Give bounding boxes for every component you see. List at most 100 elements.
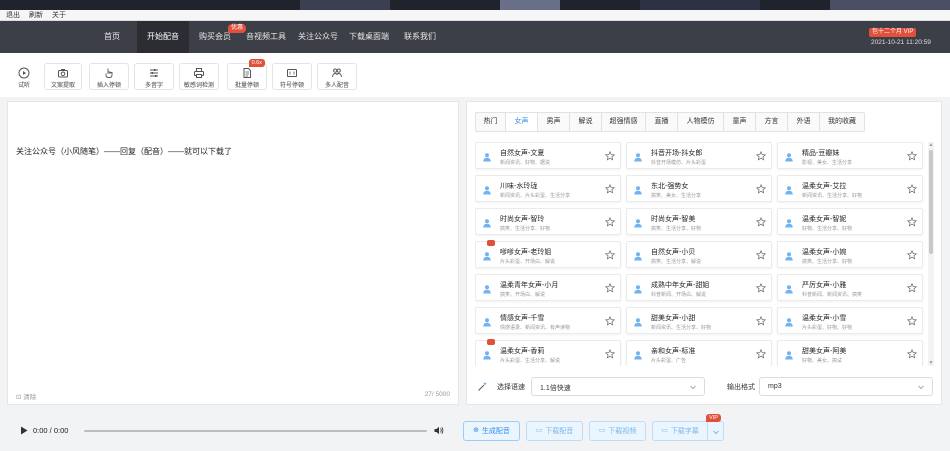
nav-contact-us[interactable]: 联系我们 xyxy=(402,21,438,53)
tab-dialect[interactable]: 方言 xyxy=(756,113,788,131)
voice-card[interactable]: 甜美女声-阿美 好物、美女、搞试 xyxy=(777,340,923,366)
tool-batch-pause[interactable]: 批量停顿 0.6x xyxy=(227,59,267,90)
play-circle-icon xyxy=(18,67,30,79)
star-icon[interactable] xyxy=(605,184,615,194)
menu-exit[interactable]: 退出 xyxy=(6,10,20,20)
star-icon[interactable] xyxy=(605,283,615,293)
star-icon[interactable] xyxy=(605,250,615,260)
subtitle-options-dropdown[interactable] xyxy=(707,421,724,441)
voice-card[interactable]: 自然女声-文夏 新闻资讯、好物、据说 xyxy=(475,142,621,169)
voice-tags: 搞笑、生活分享、好物 xyxy=(802,259,853,265)
tab-child[interactable]: 童声 xyxy=(724,113,756,131)
voice-card[interactable]: 温柔女声-小雪 片头彩蛋、好物、好物 xyxy=(777,307,923,334)
star-icon[interactable] xyxy=(605,217,615,227)
star-icon[interactable] xyxy=(605,151,615,161)
person-icon xyxy=(634,219,642,228)
voice-card[interactable]: 甜美女声-小甜 新闻资讯、生活分享、好物 xyxy=(626,307,772,334)
voice-card[interactable]: 成熟中年女声-甜姐 科普新闻、开场白、解说 xyxy=(626,274,772,301)
tab-male[interactable]: 男声 xyxy=(538,113,570,131)
voice-card[interactable]: 情感女声-千雪 情感语录、新闻资讯、有声读物 xyxy=(475,307,621,334)
voice-card[interactable]: 时尚女声-智美 搞笑、生活分享、好物 xyxy=(626,208,772,235)
tab-imitation[interactable]: 人物模仿 xyxy=(678,113,724,131)
volume-icon[interactable] xyxy=(434,426,444,435)
star-icon[interactable] xyxy=(907,349,917,359)
voice-card[interactable]: 精品-豆瓣妹 影视、美女、生活分享 xyxy=(777,142,923,169)
voice-tags: 搞笑、生活分享、解说 xyxy=(651,259,702,265)
voice-card[interactable]: 严厉女声-小雅 科普新闻、新闻资讯、搞笑 xyxy=(777,274,923,301)
voice-card[interactable]: 嗲嗲女声-老玲姐 片头彩蛋、开场白、解说 xyxy=(475,240,621,268)
download-video-button[interactable]: ▭ 下载视频 xyxy=(589,421,646,441)
character-count: 27/ 5000 xyxy=(424,391,450,398)
voice-card[interactable]: 亲和女声-标准 片头彩蛋、广告 xyxy=(626,340,772,366)
voice-scroll-thumb[interactable] xyxy=(929,150,933,254)
tab-hot[interactable]: 热门 xyxy=(476,113,506,131)
nav-follow-account[interactable]: 关注公众号 xyxy=(296,21,340,53)
voice-card[interactable]: 温柔青年女声-小月 搞笑、开场白、解说 xyxy=(475,274,621,301)
nav-buy-vip[interactable]: 购买会员 优惠 xyxy=(196,21,246,53)
tab-live[interactable]: 直播 xyxy=(646,113,678,131)
tool-symbol-pause[interactable]: 符号停顿 xyxy=(272,63,312,90)
voice-card[interactable]: 时尚女声-智玲 搞笑、生活分享、好物 xyxy=(475,208,621,235)
vip-promo-badge[interactable]: 包十二个月 VIP xyxy=(869,28,917,37)
play-icon[interactable] xyxy=(20,426,28,435)
seek-bar[interactable] xyxy=(84,430,427,432)
scroll-up-arrow-icon[interactable]: ▲ xyxy=(928,142,934,148)
tab-female[interactable]: 女声 xyxy=(506,113,538,131)
clear-button[interactable]: ⊡ 清除 xyxy=(16,391,36,401)
text-editor[interactable]: 关注公众号（小风随笔）——回复（配音）——就可以下载了 ⊡ 清除 27/ 500… xyxy=(7,101,459,405)
nav-download-desktop[interactable]: 下载桌面端 xyxy=(347,21,391,53)
voice-tags: 新闻资讯、好物、据说 xyxy=(500,160,551,166)
tab-favorites[interactable]: 我的收藏 xyxy=(820,113,864,131)
nav-home[interactable]: 首页 xyxy=(94,21,130,53)
menu-about[interactable]: 关于 xyxy=(52,10,66,20)
voice-card[interactable]: 温柔女声-艾拉 新闻资讯、生活分享、好物 xyxy=(777,175,923,202)
tool-preview[interactable]: 试听 xyxy=(5,63,43,90)
voice-card[interactable]: 温柔女声-香莉 片头彩蛋、生活分享、解说 xyxy=(475,339,621,366)
voice-card[interactable]: 自然女声-小贝 搞笑、生活分享、解说 xyxy=(626,241,772,268)
main-nav: 首页 开始配音 购买会员 优惠 音视频工具 关注公众号 下载桌面端 联系我们 包… xyxy=(0,21,950,53)
voice-card[interactable]: 抖音开场-抖女郎 抖音开场模仿、片头彩蛋 xyxy=(626,142,772,169)
star-icon[interactable] xyxy=(756,151,766,161)
speed-select[interactable]: 1.1倍快速 xyxy=(531,377,705,396)
voice-card[interactable]: 温柔女声-智妮 好物、生活分享、好物 xyxy=(777,208,923,235)
star-icon[interactable] xyxy=(605,349,615,359)
voice-tags: 新闻资讯、生活分享、好物 xyxy=(802,193,863,199)
tool-multi-voice[interactable]: 多人配音 xyxy=(317,63,357,90)
editor-content[interactable]: 关注公众号（小风随笔）——回复（配音）——就可以下载了 xyxy=(16,146,232,157)
tool-sensitive-words[interactable]: 敏感词检测 xyxy=(179,63,219,90)
star-icon[interactable] xyxy=(756,283,766,293)
tab-foreign[interactable]: 外语 xyxy=(788,113,820,131)
star-icon[interactable] xyxy=(756,250,766,260)
tool-extract-text[interactable]: 文案提取 xyxy=(44,63,82,90)
star-icon[interactable] xyxy=(907,184,917,194)
generate-button[interactable]: ⊕ 生成配音 xyxy=(463,421,520,441)
voice-card[interactable]: 川味-水玲珑 新闻资讯、片头彩蛋、生活分享 xyxy=(475,175,621,202)
tool-polyphonic[interactable]: 多音字 xyxy=(134,63,174,90)
star-icon[interactable] xyxy=(907,283,917,293)
star-icon[interactable] xyxy=(907,217,917,227)
voice-category-tabs: 热门 女声 男声 解说 超强情感 直播 人物模仿 童声 方言 外语 我的收藏 xyxy=(475,112,865,132)
video-icon: ▭ xyxy=(598,427,606,434)
star-icon[interactable] xyxy=(605,316,615,326)
star-icon[interactable] xyxy=(907,316,917,326)
person-icon xyxy=(483,153,491,162)
star-icon[interactable] xyxy=(907,151,917,161)
star-icon[interactable] xyxy=(907,250,917,260)
nav-start-dubbing[interactable]: 开始配音 xyxy=(137,21,189,53)
star-icon[interactable] xyxy=(756,217,766,227)
menu-refresh[interactable]: 刷新 xyxy=(29,10,43,20)
tab-emotion[interactable]: 超强情感 xyxy=(602,113,646,131)
voice-card[interactable]: 温柔女声-小婉 搞笑、生活分享、好物 xyxy=(777,241,923,268)
voice-card[interactable]: 东北-强势女 搞笑、美女、生活分享 xyxy=(626,175,772,202)
tab-narration[interactable]: 解说 xyxy=(570,113,602,131)
star-icon[interactable] xyxy=(756,316,766,326)
format-select[interactable]: mp3 xyxy=(759,377,933,396)
download-audio-button[interactable]: ▭ 下载配音 xyxy=(526,421,583,441)
star-icon[interactable] xyxy=(756,184,766,194)
scroll-down-arrow-icon[interactable]: ▼ xyxy=(928,360,934,366)
tool-label: 试听 xyxy=(17,83,30,89)
tool-insert-pause[interactable]: 插入停顿 xyxy=(89,63,129,90)
star-icon[interactable] xyxy=(756,349,766,359)
download-subtitle-button[interactable]: ▭ 下载字幕 xyxy=(652,421,708,441)
nav-av-tools[interactable]: 音视频工具 xyxy=(245,21,287,53)
